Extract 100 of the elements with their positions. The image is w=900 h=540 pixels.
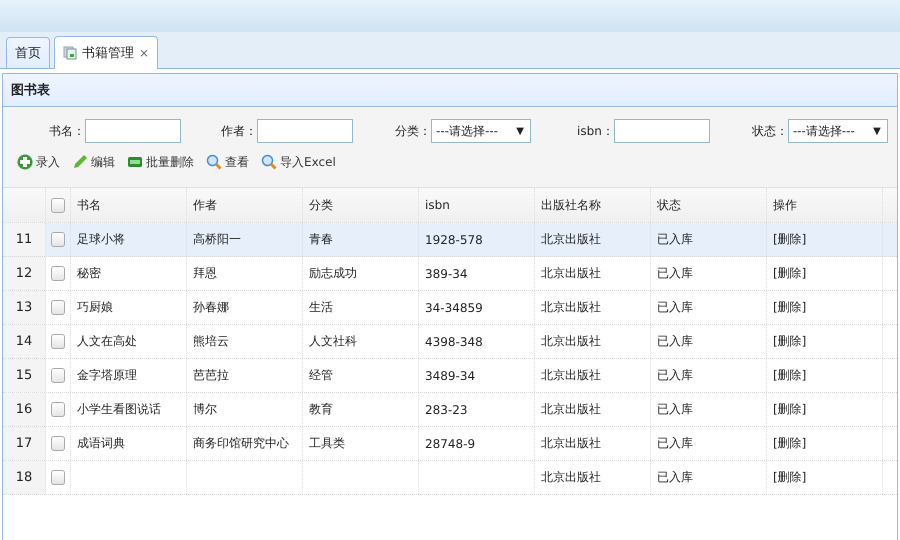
table-cell: 已入库: [657, 231, 693, 248]
table-row[interactable]: 14 人文在高处 熊培云 人文社科 4398-348 北京出版社 已入库 [删除]: [3, 325, 897, 359]
row-number: 14: [3, 325, 46, 358]
delete-link[interactable]: [删除]: [773, 469, 806, 486]
delete-link[interactable]: [删除]: [773, 435, 806, 452]
select-field[interactable]: ---请选择--- ▼: [788, 119, 888, 143]
delete-link[interactable]: [删除]: [773, 265, 806, 282]
column-header[interactable]: isbn: [419, 188, 535, 222]
checkbox[interactable]: [51, 368, 65, 383]
toolbar-button[interactable]: 查看: [206, 151, 249, 173]
table-row[interactable]: 16 小学生看图说话 博尔 教育 283-23 北京出版社 已入库 [删除]: [3, 393, 897, 427]
checkbox[interactable]: [51, 334, 65, 349]
table-cell: 教育: [309, 401, 333, 418]
table-cell: 北京出版社: [541, 367, 601, 384]
table-cell: 拜恩: [193, 265, 217, 282]
table-row[interactable]: 17 成语词典 商务印馆研究中心 工具类 28748-9 北京出版社 已入库 [删除]: [3, 427, 897, 461]
table-cell: 389-34: [425, 266, 468, 280]
select-field[interactable]: ---请选择--- ▼: [431, 119, 531, 143]
table-cell: 已入库: [657, 333, 693, 350]
column-header[interactable]: 操作: [767, 188, 883, 222]
column-header[interactable]: 状态: [651, 188, 767, 222]
delete-link[interactable]: [删除]: [773, 401, 806, 418]
column-header[interactable]: 作者: [187, 188, 303, 222]
table-cell: 工具类: [309, 435, 345, 452]
table-cell: 足球小将: [77, 231, 125, 248]
table-cell: 经管: [309, 367, 333, 384]
table-cell: 北京出版社: [541, 333, 601, 350]
table-cell: 北京出版社: [541, 469, 601, 486]
row-number: 16: [3, 393, 46, 426]
checkbox[interactable]: [51, 470, 65, 485]
table-cell: 北京出版社: [541, 299, 601, 316]
toolbar-button[interactable]: 导入Excel: [261, 151, 336, 173]
plus-icon: [17, 154, 33, 170]
filter-label: 作者：: [221, 122, 257, 140]
table-cell: 青春: [309, 231, 333, 248]
filter-label: 书名：: [49, 122, 85, 140]
filter-label: isbn：: [577, 122, 614, 140]
delete-link[interactable]: [删除]: [773, 299, 806, 316]
table-cell: 已入库: [657, 435, 693, 452]
table-cell: 4398-348: [425, 334, 483, 348]
input-field[interactable]: [257, 119, 353, 143]
delete-link[interactable]: [删除]: [773, 367, 806, 384]
checkbox[interactable]: [51, 198, 65, 212]
table-cell: 北京出版社: [541, 401, 601, 418]
checkbox[interactable]: [51, 436, 65, 451]
table-row[interactable]: 12 秘密 拜恩 励志成功 389-34 北京出版社 已入库 [删除]: [3, 257, 897, 291]
table-cell: 已入库: [657, 401, 693, 418]
filter-label: 分类：: [395, 122, 431, 140]
table-row[interactable]: 18 北京出版社 已入库 [删除]: [3, 461, 897, 495]
table-cell: 北京出版社: [541, 435, 601, 452]
checkbox[interactable]: [51, 402, 65, 417]
row-number: 15: [3, 359, 46, 392]
toolbar-button[interactable]: 编辑: [72, 151, 115, 173]
tab[interactable]: 书籍管理 ×: [54, 36, 158, 69]
input-field[interactable]: [614, 119, 710, 143]
column-header[interactable]: 书名: [71, 188, 187, 222]
table-cell: 金字塔原理: [77, 367, 137, 384]
minus-icon: [127, 154, 143, 170]
table-cell: 北京出版社: [541, 231, 601, 248]
table-cell: 熊培云: [193, 333, 229, 350]
table-row[interactable]: 15 金字塔原理 芭芭拉 经管 3489-34 北京出版社 已入库 [删除]: [3, 359, 897, 393]
table-cell: 3489-34: [425, 368, 476, 382]
table-cell: 巧厨娘: [77, 299, 113, 316]
table-cell: 高桥阳一: [193, 231, 241, 248]
column-header[interactable]: 出版社名称: [535, 188, 651, 222]
toolbar-button[interactable]: 录入: [17, 151, 60, 173]
checkbox[interactable]: [51, 232, 65, 247]
table-cell: 人文社科: [309, 333, 357, 350]
table-cell: 34-34859: [425, 300, 483, 314]
table-cell: 283-23: [425, 402, 468, 416]
table-cell: 小学生看图说话: [77, 401, 161, 418]
row-number: 18: [3, 461, 46, 494]
delete-link[interactable]: [删除]: [773, 333, 806, 350]
table-cell: 已入库: [657, 367, 693, 384]
table-cell: 已入库: [657, 265, 693, 282]
column-header[interactable]: 分类: [303, 188, 419, 222]
table-cell: 孙春娜: [193, 299, 229, 316]
table-cell: 28748-9: [425, 436, 476, 450]
pages-icon: [63, 46, 77, 60]
table-cell: 生活: [309, 299, 333, 316]
row-number: 17: [3, 427, 46, 460]
search-icon: [261, 154, 277, 170]
table-cell: 北京出版社: [541, 265, 601, 282]
table-cell: 励志成功: [309, 265, 357, 282]
checkbox[interactable]: [51, 266, 65, 281]
table-row[interactable]: 13 巧厨娘 孙春娜 生活 34-34859 北京出版社 已入库 [删除]: [3, 291, 897, 325]
toolbar-button[interactable]: 批量删除: [127, 151, 194, 173]
delete-link[interactable]: [删除]: [773, 231, 806, 248]
table-cell: 芭芭拉: [193, 367, 229, 384]
table-cell: 博尔: [193, 401, 217, 418]
table-row[interactable]: 11 足球小将 高桥阳一 青春 1928-578 北京出版社 已入库 [删除]: [3, 223, 897, 257]
close-button[interactable]: ×: [139, 46, 150, 60]
checkbox[interactable]: [51, 300, 65, 315]
tab[interactable]: 首页: [6, 37, 50, 68]
row-number: 11: [3, 223, 46, 256]
filter-label: 状态：: [752, 122, 788, 140]
search-icon: [206, 154, 222, 170]
table-cell: 商务印馆研究中心: [193, 435, 289, 452]
input-field[interactable]: [85, 119, 181, 143]
table-cell: 1928-578: [425, 232, 483, 246]
